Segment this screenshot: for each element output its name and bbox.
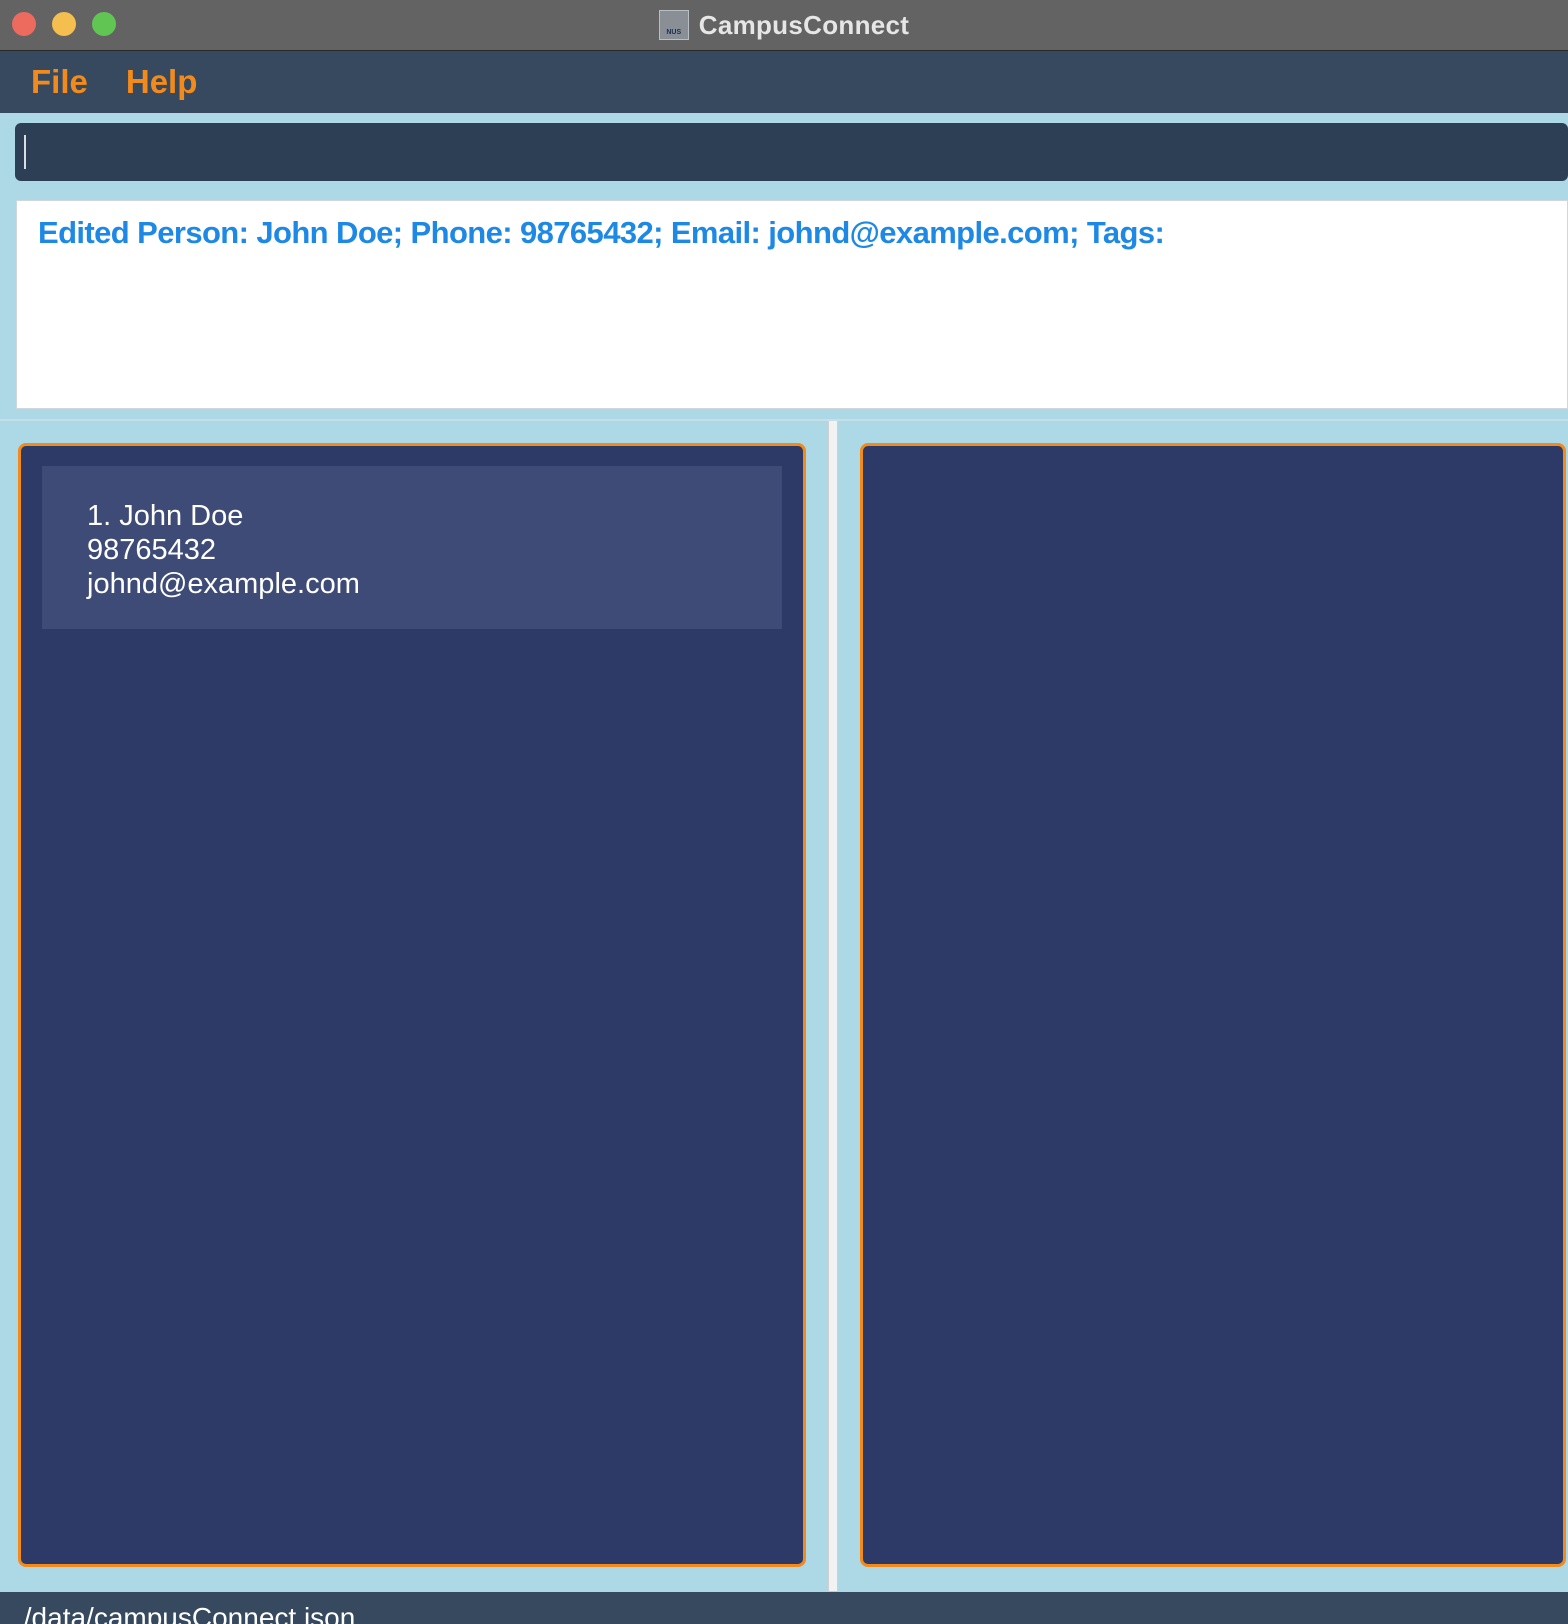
split-pane-divider[interactable]	[828, 421, 838, 1591]
person-phone: 98765432	[87, 534, 217, 566]
person-email: johnd@example.com	[87, 568, 360, 600]
menu-file[interactable]: File	[31, 63, 88, 101]
divider	[0, 419, 1568, 421]
status-bar: ./data/campusConnect.json	[0, 1592, 1568, 1624]
text-caret	[24, 135, 26, 169]
command-box[interactable]	[15, 123, 1568, 181]
command-input[interactable]	[15, 123, 1568, 181]
menu-bar: File Help	[0, 51, 1568, 113]
result-display: Edited Person: John Doe; Phone: 98765432…	[16, 200, 1568, 409]
detail-panel[interactable]	[860, 443, 1566, 1567]
result-message: Edited Person: John Doe; Phone: 98765432…	[38, 215, 1165, 250]
menu-help[interactable]: Help	[126, 63, 198, 101]
person-card[interactable]: 1. John Doe 98765432 johnd@example.com	[42, 466, 782, 629]
nus-logo-icon: NUS	[658, 10, 689, 40]
person-name: 1. John Doe	[87, 500, 244, 532]
save-location: ./data/campusConnect.json	[16, 1602, 356, 1624]
window-title: CampusConnect	[698, 9, 910, 40]
app-icon-label: NUS	[666, 29, 682, 36]
title-bar: NUS CampusConnect	[0, 0, 1568, 51]
window-title-group: NUS CampusConnect	[0, 0, 1568, 50]
